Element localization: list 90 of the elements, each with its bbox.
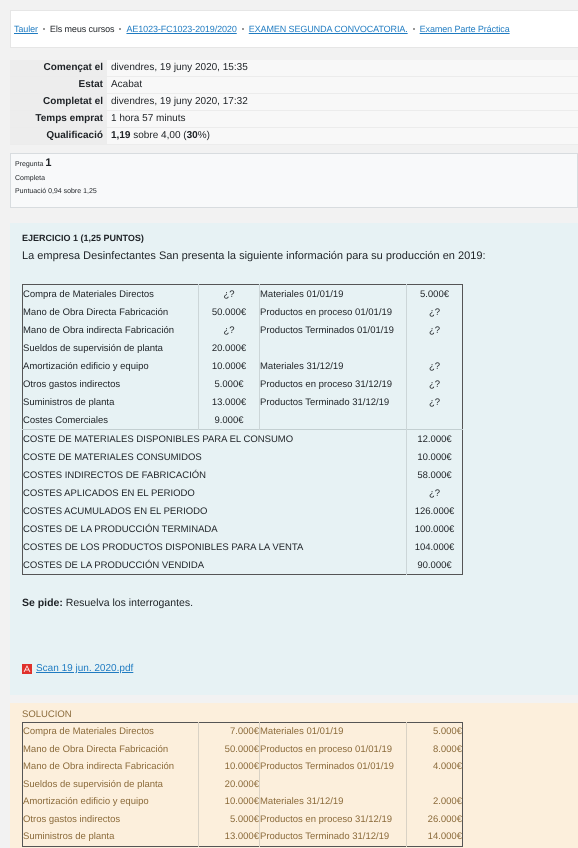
table-cell: Productos Terminados 01/01/19 [260, 758, 406, 776]
exercise-intro: La empresa Desinfectantes San presenta la siguiente información para su producción en 2019: [22, 250, 487, 262]
table-cell: 90.000€ [406, 556, 462, 574]
table-cell: COSTE DE MATERIALES DISPONIBLES PARA EL CONSUMO [22, 430, 406, 448]
table-cell: 10.000€ [198, 357, 260, 375]
table-cell: Amortización edificio y equipo [22, 357, 198, 375]
summary-label: Completat el [10, 94, 107, 110]
table-cell: Sueldos de supervisión de planta [22, 776, 198, 793]
table-cell: Productos en proceso 31/12/19 [260, 375, 406, 393]
table-cell: 4.000€ [406, 758, 462, 776]
table-cell: Mano de Obra Directa Fabricación [22, 740, 198, 758]
separator-icon [412, 28, 415, 30]
solution-title: SOLUCION [22, 709, 73, 720]
table-cell: Suministros de planta [22, 828, 198, 846]
table-cell: Mano de Obra Directa Fabricación [22, 303, 198, 321]
table-cell: Suministros de planta [22, 393, 198, 411]
table-cell: 7.000€ [198, 722, 260, 740]
attachment-link[interactable]: Scan 19 jun. 2020.pdf [36, 663, 134, 674]
table-cell: Costes Comerciales [22, 411, 198, 430]
table-cell: Productos Terminado 31/12/19 [260, 828, 406, 846]
table-cell: Amortización edificio y equipo [22, 793, 198, 810]
table-cell: COSTES DE LA PRODUCCIÓN TERMINADA [22, 520, 406, 538]
table-cell: 50.000€ [198, 740, 260, 758]
exercise-title: EJERCICIO 1 (1,25 PUNTOS) [22, 233, 145, 243]
breadcrumb-text: Els meus cursos [50, 24, 114, 34]
table-cell: 10.000€ [198, 758, 260, 776]
table-cell: 104.000€ [406, 538, 462, 556]
table-cell: 10.000€ [198, 793, 260, 810]
table-cell: Productos Terminados 01/01/19 [260, 321, 406, 339]
table-cell: 20.000€ [198, 339, 260, 357]
table-cell: Materiales 31/12/19 [260, 357, 406, 375]
table-cell: Productos en proceso 31/12/19 [260, 810, 406, 828]
table-cell: Sueldos de supervisión de planta [22, 339, 198, 357]
table-cell: 13.000€ [198, 828, 260, 846]
table-cell: Materiales 01/01/19 [260, 722, 406, 740]
table-cell: Productos en proceso 01/01/19 [260, 303, 406, 321]
request-text: Se pide: Resuelva los interrogantes. [22, 597, 194, 609]
table-cell: 20.000€ [198, 776, 260, 793]
table-cell: Otros gastos indirectos [22, 375, 198, 393]
table-cell: 2.000€ [406, 793, 462, 810]
summary-label: Estat [10, 77, 107, 93]
table-cell: 10.000€ [406, 448, 462, 466]
table-cell: ¿? [406, 484, 462, 502]
table-cell: COSTES DE LA PRODUCCIÓN VENDIDA [22, 556, 406, 574]
table-cell: COSTES INDIRECTOS DE FABRICACIÓN [22, 466, 406, 484]
table-cell: 5.000€ [406, 722, 462, 740]
table-cell: Compra de Materiales Directos [22, 284, 198, 303]
table-cell: Productos en proceso 01/01/19 [260, 740, 406, 758]
table-cell: 13.000€ [198, 393, 260, 411]
summary-label: Començat el [10, 60, 107, 76]
table-cell: COSTES ACUMULADOS EN EL PERIODO [22, 502, 406, 520]
table-cell: 5.000€ [198, 375, 260, 393]
table-cell: ¿? [406, 375, 462, 393]
breadcrumb-link[interactable]: AE1023-FC1023-2019/2020 [126, 24, 237, 34]
table-cell: ¿? [406, 321, 462, 339]
table-cell: 26.000€ [406, 810, 462, 828]
table-cell: ¿? [406, 303, 462, 321]
table-cell: Mano de Obra indirecta Fabricación [22, 321, 198, 339]
summary-label: Qualificació [10, 128, 107, 144]
table-cell: 8.000€ [406, 740, 462, 758]
table-cell: COSTE DE MATERIALES CONSUMIDOS [22, 448, 406, 466]
separator-icon [119, 28, 122, 30]
table-cell: ¿? [198, 321, 260, 339]
separator-icon [42, 28, 45, 30]
table-cell: 100.000€ [406, 520, 462, 538]
table-cell: COSTES APLICADOS EN EL PERIODO [22, 484, 406, 502]
separator-icon [242, 28, 244, 30]
table-cell: Materiales 31/12/19 [260, 793, 406, 810]
breadcrumb-link[interactable]: Tauler [14, 24, 38, 34]
table-cell: 5.000€ [406, 284, 462, 303]
table-cell: Materiales 01/01/19 [260, 284, 406, 303]
summary-label: Temps emprat [10, 111, 107, 127]
table-cell: 50.000€ [198, 303, 260, 321]
table-cell: Otros gastos indirectos [22, 810, 198, 828]
table-cell: 5.000€ [198, 810, 260, 828]
table-cell: 126.000€ [406, 502, 462, 520]
table-cell: 14.000€ [406, 828, 462, 846]
table-cell: ¿? [198, 284, 260, 303]
table-cell: Productos Terminado 31/12/19 [260, 393, 406, 411]
table-cell: ¿? [406, 357, 462, 375]
table-cell: 12.000€ [406, 430, 462, 448]
table-cell: COSTES DE LOS PRODUCTOS DISPONIBLES PARA LA VENTA [22, 538, 406, 556]
table-cell: 58.000€ [406, 466, 462, 484]
table-cell: ¿? [406, 393, 462, 411]
breadcrumb-link[interactable]: Examen Parte Práctica [420, 24, 510, 34]
breadcrumb-link[interactable]: EXAMEN SEGUNDA CONVOCATORIA. [248, 24, 408, 34]
table-cell: Mano de Obra indirecta Fabricación [22, 758, 198, 776]
pdf-file-icon [22, 664, 32, 674]
table-cell: Compra de Materiales Directos [22, 722, 198, 740]
table-cell: 9.000€ [198, 411, 260, 430]
